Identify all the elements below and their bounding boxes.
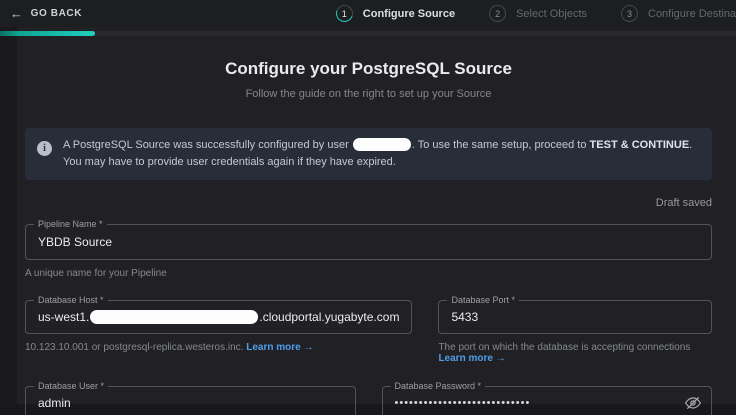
step-configure-destination[interactable]: 3 Configure Destination [621, 5, 736, 22]
step-3-label: Configure Destination [648, 8, 736, 20]
database-user-label: Database User * [34, 381, 108, 391]
back-arrow-icon: ← [10, 6, 24, 21]
database-port-helper: The port on which the database is accept… [438, 342, 712, 364]
step-3-circle: 3 [621, 5, 638, 22]
pipeline-name-helper: A unique name for your Pipeline [25, 268, 712, 279]
page-subtitle: Follow the guide on the right to set up … [25, 88, 712, 100]
host-helper-text: 10.123.10.001 or postgresql-replica.west… [25, 342, 246, 353]
go-back-label: GO BACK [31, 8, 82, 19]
pipeline-name-value: YBDB Source [38, 235, 699, 249]
info-banner: i A PostgreSQL Source was successfully c… [25, 128, 712, 180]
host-value-suffix: .cloudportal.yugabyte.com [259, 310, 399, 324]
pipeline-name-input[interactable]: Pipeline Name * YBDB Source [25, 224, 712, 260]
redacted-host-segment [90, 310, 258, 324]
configure-source-screen: ← GO BACK 1 Configure Source 2 Select Ob… [0, 0, 736, 415]
top-bar: ← GO BACK 1 Configure Source 2 Select Ob… [0, 0, 736, 27]
draft-saved-status: Draft saved [25, 197, 712, 209]
host-value-prefix: us-west1. [38, 310, 89, 324]
database-port-input[interactable]: Database Port * 5433 [438, 300, 712, 334]
redacted-username [353, 138, 411, 151]
pipeline-name-label: Pipeline Name * [34, 219, 107, 229]
database-port-value: 5433 [451, 310, 699, 324]
step-2-circle: 2 [489, 5, 506, 22]
page-title: Configure your PostgreSQL Source [25, 59, 712, 79]
left-edge-strip [0, 27, 17, 415]
content-area: Configure your PostgreSQL Source Follow … [17, 36, 736, 415]
banner-text: A PostgreSQL Source was successfully con… [63, 137, 698, 171]
database-port-group: Database Port * 5433 The port on which t… [438, 300, 712, 364]
database-password-label: Database Password * [391, 381, 486, 391]
step-configure-source[interactable]: 1 Configure Source [336, 5, 455, 22]
step-1-label: Configure Source [363, 8, 455, 20]
banner-highlight: TEST & CONTINUE [590, 139, 690, 151]
go-back-button[interactable]: ← GO BACK [10, 6, 82, 21]
port-learn-more-link[interactable]: Learn more → [438, 353, 505, 364]
wizard-stepper: 1 Configure Source 2 Select Objects 3 Co… [336, 0, 736, 27]
database-password-value: •••••••••••••••••••••••••••• [395, 397, 700, 409]
step-select-objects[interactable]: 2 Select Objects [489, 5, 587, 22]
step-1-circle: 1 [336, 5, 353, 22]
host-learn-more-link[interactable]: Learn more → [246, 342, 313, 353]
database-password-input[interactable]: Database Password * ••••••••••••••••••••… [382, 386, 713, 415]
port-helper-text: The port on which the database is accept… [438, 342, 690, 353]
step-2-label: Select Objects [516, 8, 587, 20]
info-icon: i [37, 141, 52, 156]
database-host-input[interactable]: Database Host * us-west1..cloudportal.yu… [25, 300, 412, 334]
banner-text-part1: A PostgreSQL Source was successfully con… [63, 139, 352, 151]
database-user-value: admin [38, 396, 343, 410]
page-body: Configure your PostgreSQL Source Follow … [0, 27, 736, 415]
toggle-password-visibility-button[interactable] [684, 394, 702, 412]
eye-off-icon [685, 395, 701, 411]
database-user-input[interactable]: Database User * admin [25, 386, 356, 415]
banner-text-part2: . To use the same setup, proceed to [412, 139, 590, 151]
database-host-value: us-west1. .cloudportal.yugabyte.com [38, 310, 399, 324]
database-host-helper: 10.123.10.001 or postgresql-replica.west… [25, 342, 412, 353]
database-host-label: Database Host * [34, 295, 108, 305]
database-port-label: Database Port * [447, 295, 519, 305]
database-host-group: Database Host * us-west1..cloudportal.yu… [25, 300, 412, 364]
